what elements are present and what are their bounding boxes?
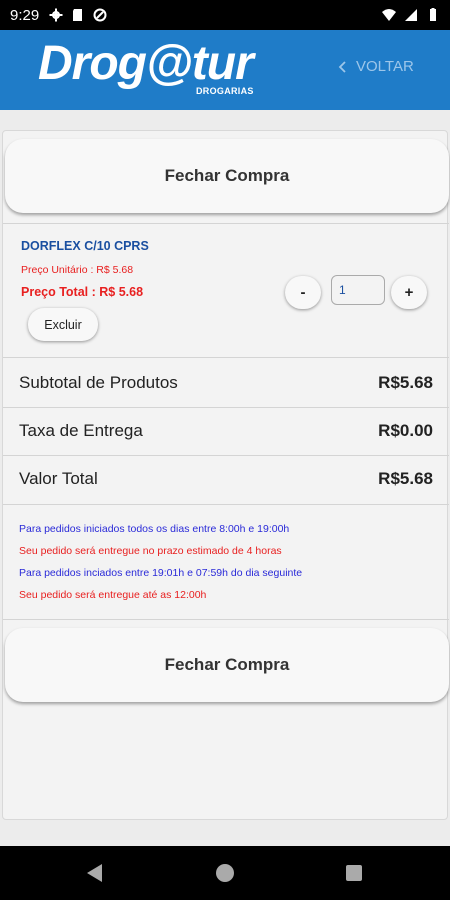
total-price: Preço Total : R$ 5.68 [21, 285, 144, 299]
navigation-bar [0, 846, 450, 900]
divider [3, 619, 449, 620]
divider [3, 357, 449, 358]
drogatur-logo: Drog@tur [38, 37, 254, 90]
summary-row-total: Valor Total R$5.68 [19, 455, 433, 503]
remove-item-button[interactable]: Excluir [28, 308, 98, 341]
battery-icon [430, 8, 436, 21]
product-name: DORFLEX C/10 CPRS [21, 239, 149, 253]
summary-value: R$5.68 [378, 469, 433, 488]
wifi-icon [382, 9, 396, 21]
summary-value: R$0.00 [378, 421, 433, 440]
unit-price: Preço Unitário : R$ 5.68 [21, 264, 134, 276]
delivery-info-line: Seu pedido será entregue até as 12:00h [19, 589, 207, 601]
summary-value: R$5.68 [378, 373, 433, 392]
cart-content: Fechar Compra DORFLEX C/10 CPRS Preço Un… [0, 110, 450, 846]
divider [3, 504, 449, 505]
cart-card: Fechar Compra DORFLEX C/10 CPRS Preço Un… [2, 130, 449, 820]
delivery-info-line: Seu pedido será entregue no prazo estima… [19, 545, 282, 557]
settings-icon [49, 8, 63, 22]
increment-button[interactable]: + [391, 276, 427, 309]
checkout-button-bottom[interactable]: Fechar Compra [5, 628, 449, 702]
app-header: Drog@tur DROGARIAS VOLTAR [0, 30, 450, 110]
back-label: VOLTAR [356, 58, 414, 75]
status-bar: 9:29 [0, 0, 450, 30]
data-saver-icon [93, 8, 107, 22]
summary-label: Subtotal de Produtos [19, 373, 178, 392]
checkout-button-top[interactable]: Fechar Compra [5, 139, 449, 213]
delivery-info-line: Para pedidos inciados entre 19:01h e 07:… [19, 567, 303, 579]
delivery-info-line: Para pedidos iniciados todos os dias ent… [19, 523, 290, 535]
chevron-left-icon [338, 60, 346, 73]
divider [3, 223, 449, 224]
summary-label: Taxa de Entrega [19, 421, 143, 440]
nav-back-icon[interactable] [87, 864, 102, 882]
signal-icon [405, 9, 417, 21]
decrement-button[interactable]: - [285, 276, 321, 309]
status-time: 9:29 [10, 6, 40, 24]
nav-recents-icon[interactable] [346, 865, 362, 881]
back-button[interactable]: VOLTAR [338, 58, 414, 75]
summary-label: Valor Total [19, 469, 98, 488]
quantity-input[interactable]: 1 [331, 275, 385, 305]
logo-subtitle: DROGARIAS [196, 86, 254, 96]
summary-row-delivery-fee: Taxa de Entrega R$0.00 [19, 407, 433, 455]
sd-card-icon [73, 9, 83, 21]
nav-home-icon[interactable] [216, 864, 234, 882]
summary-row-subtotal: Subtotal de Produtos R$5.68 [19, 359, 433, 407]
